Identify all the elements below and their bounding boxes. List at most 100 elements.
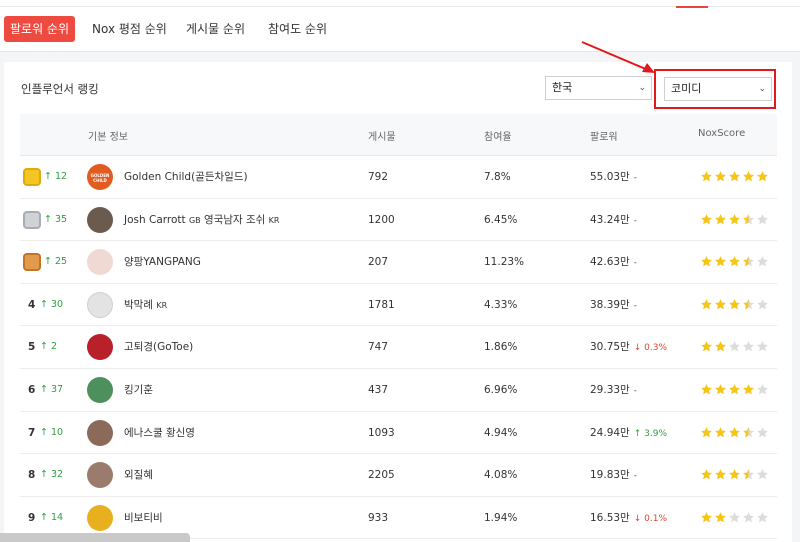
tab-nox-score-ranking[interactable]: Nox 평점 순위 [92,16,167,42]
header-followers[interactable]: 팔로워 [590,128,618,143]
avatar[interactable] [87,504,113,531]
top-nav-bar: 팔로워 순위 Nox 평점 순위 게시물 순위 참여도 순위 [0,0,800,52]
avatar[interactable] [87,419,113,446]
star-icon [757,511,768,523]
nox-score-stars [700,255,770,269]
follower-delta: - [633,258,637,269]
influencer-name[interactable]: 외질혜 [124,454,153,496]
rank-change: ↑ 12 [44,171,68,182]
table-row[interactable]: 4 ↑ 30 박막례 KR 1781 4.33% 38.39만 - [20,284,777,327]
avatar[interactable] [87,376,113,403]
follower-count: 16.53만 ↓ 0.1% [590,511,668,524]
star-icon [701,511,712,523]
star-icon [757,384,768,395]
table-row[interactable]: 5 ↑ 2 고퇴경(GoToe) 747 1.86% 30.75만 ↓ 0.3% [20,326,777,369]
nox-score-stars [700,340,770,354]
engagement-rate: 7.8% [484,171,511,183]
rank-number: 5 [28,341,36,354]
rank-number: 8 [28,469,36,482]
default-avatar-icon[interactable] [87,291,113,318]
post-count: 2205 [368,469,395,482]
header-noxscore[interactable]: NoxScore [698,128,745,139]
follower-count: 42.63만 - [590,256,637,269]
influencer-name[interactable]: 고퇴경(GoToe) [124,326,193,368]
star-icon [715,384,726,395]
table-header: 기본 정보 게시물 참여율 팔로워 NoxScore [20,114,777,156]
horizontal-scrollbar[interactable] [0,533,190,542]
avatar[interactable] [87,206,113,233]
star-icon [729,171,740,182]
category-select-value: 코미디 [671,82,702,95]
star-icon [757,426,768,437]
star-icon [701,213,712,225]
ranking-panel: 인플루언서 랭킹 한국 ⌄ 코미디 ⌄ 기본 정보 게시물 참여율 팔로워 No… [4,62,792,542]
star-icon [701,426,712,437]
nox-score-stars [700,213,770,227]
post-count: 437 [368,383,389,396]
nox-score-stars [700,298,770,312]
header-basic-info[interactable]: 기본 정보 [88,128,128,143]
star-icon [715,171,726,182]
avatar[interactable] [87,334,113,361]
engagement-rate: 1.94% [484,511,518,524]
influencer-name[interactable]: 양팡YANGPANG [124,241,201,283]
table-row[interactable]: 6 ↑ 37 킹기훈 437 6.96% 29.33만 - [20,369,777,412]
avatar-logo-text: GOLDEN CHILD [90,173,110,183]
engagement-rate: 11.23% [484,256,525,269]
rank-number: 7 [28,426,36,439]
header-posts[interactable]: 게시물 [368,128,396,143]
star-icon [715,426,726,437]
influencer-name[interactable]: 에나스쿨 황신영 [124,412,195,454]
engagement-rate: 4.94% [484,426,518,439]
follower-delta: - [633,300,637,311]
engagement-rate: 6.96% [484,383,518,396]
tab-engagement-ranking[interactable]: 참여도 순위 [268,16,327,42]
avatar[interactable] [87,462,113,489]
influencer-name[interactable]: Golden Child(골든차일드) [124,156,248,198]
star-icon [729,469,740,480]
star-icon [701,256,712,267]
table-row[interactable]: 8 ↑ 32 외질혜 2205 4.08% 19.83만 - [20,454,777,497]
post-count: 1093 [368,426,395,439]
star-icon [757,171,768,182]
country-select[interactable]: 한국 ⌄ [545,76,652,100]
influencer-name[interactable]: 킹기훈 [124,369,153,411]
avatar[interactable] [87,249,113,276]
rank-number: 6 [28,383,36,396]
star-icon [743,511,754,523]
star-icon [701,469,712,480]
engagement-rate: 4.08% [484,469,518,482]
table-row[interactable]: ↑ 35 Josh Carrott GB 영국남자 조쉬 KR 1200 6.4… [20,199,777,242]
chevron-down-icon: ⌄ [638,83,646,93]
tab-follower-ranking[interactable]: 팔로워 순위 [4,16,76,42]
category-select[interactable]: 코미디 ⌄ [664,77,772,101]
star-icon [715,213,726,225]
nox-score-stars [700,468,770,482]
header-engagement[interactable]: 참여율 [484,128,512,143]
follower-delta: ↓ 0.3% [633,343,668,354]
tab-post-ranking[interactable]: 게시물 순위 [186,16,245,42]
follower-delta: - [633,215,637,226]
ranking-table: 기본 정보 게시물 참여율 팔로워 NoxScore ↑ 12 GOLDEN C… [20,114,777,540]
follower-count: 24.94만 ↑ 3.9% [590,426,668,439]
star-icon [757,213,768,225]
table-row[interactable]: ↑ 12 GOLDEN CHILD Golden Child(골든차일드) 79… [20,156,777,199]
star-icon [757,341,768,352]
star-icon [729,511,740,523]
engagement-rate: 4.33% [484,298,518,311]
rank-change: ↑ 10 [40,426,64,438]
star-icon [743,426,754,437]
avatar[interactable]: GOLDEN CHILD [87,164,113,190]
follower-count: 55.03만 - [590,171,637,183]
chevron-down-icon: ⌄ [758,84,766,94]
star-icon [743,171,754,182]
top-accent-indicator [676,6,708,8]
influencer-name[interactable]: Josh Carrott GB 영국남자 조쉬 KR [124,199,279,241]
rank-change: ↑ 37 [40,383,64,395]
influencer-name[interactable]: 박막례 KR [124,284,167,326]
rank-change: ↑ 2 [40,341,58,353]
follower-count: 30.75만 ↓ 0.3% [590,341,668,354]
follower-delta: ↑ 3.9% [633,428,668,439]
table-row[interactable]: ↑ 25 양팡YANGPANG 207 11.23% 42.63만 - [20,241,777,284]
table-row[interactable]: 7 ↑ 10 에나스쿨 황신영 1093 4.94% 24.94만 ↑ 3.9% [20,412,777,455]
